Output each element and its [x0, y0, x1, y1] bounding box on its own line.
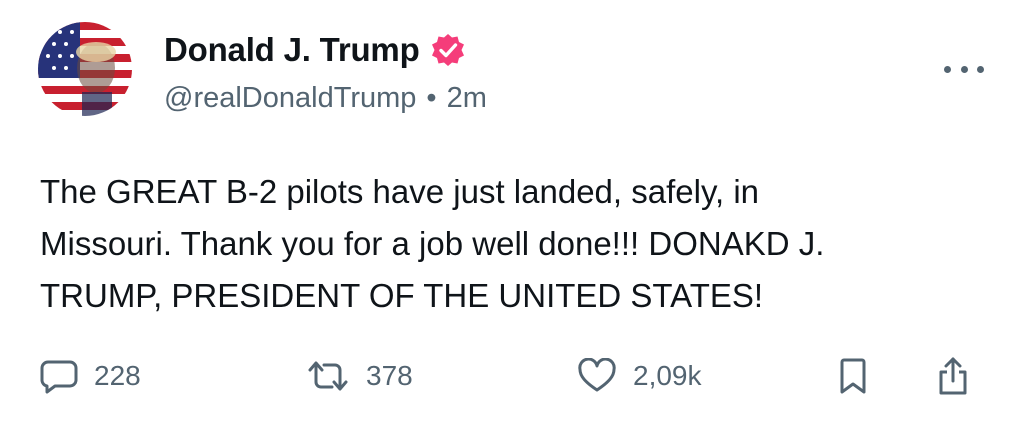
handle[interactable]: @realDonaldTrump [164, 82, 416, 114]
flag-portrait-image [38, 22, 132, 116]
separator-dot: • [426, 82, 437, 114]
like-button[interactable]: 2,09k [577, 354, 702, 398]
handle-line: @realDonaldTrump • 2m [164, 80, 487, 116]
bookmark-icon [838, 357, 868, 395]
timestamp[interactable]: 2m [447, 82, 487, 114]
post-text-line: The GREAT B-2 pilots have just landed, s… [40, 173, 760, 210]
action-bar: 228 378 2,09k [0, 354, 1024, 398]
reply-button[interactable]: 228 [40, 354, 141, 398]
display-name[interactable]: Donald J. Trump [164, 30, 420, 70]
repost-count: 378 [366, 360, 413, 391]
post-text: The GREAT B-2 pilots have just landed, s… [40, 166, 940, 322]
reply-bubble-icon [40, 358, 78, 394]
more-dot [977, 65, 984, 73]
display-name-row[interactable]: Donald J. Trump [164, 30, 466, 70]
repost-arrows-icon [306, 358, 350, 394]
post-text-line: Missouri. Thank you for a job well done!… [40, 225, 825, 262]
more-options-icon[interactable] [944, 62, 984, 76]
share-button[interactable] [936, 354, 970, 398]
repost-button[interactable]: 378 [306, 354, 413, 398]
post-text-line: TRUMP, PRESIDENT OF THE UNITED STATES! [40, 277, 764, 314]
share-icon [936, 356, 970, 396]
bookmark-button[interactable] [838, 354, 868, 398]
avatar[interactable] [38, 22, 132, 116]
more-dot [944, 65, 951, 73]
reply-count: 228 [94, 360, 141, 391]
heart-icon [577, 358, 617, 394]
like-count: 2,09k [633, 360, 702, 391]
verified-badge-icon [430, 32, 466, 68]
post-card: Donald J. Trump @realDonaldTrump • 2m The … [0, 0, 1024, 423]
more-dot [960, 65, 968, 73]
